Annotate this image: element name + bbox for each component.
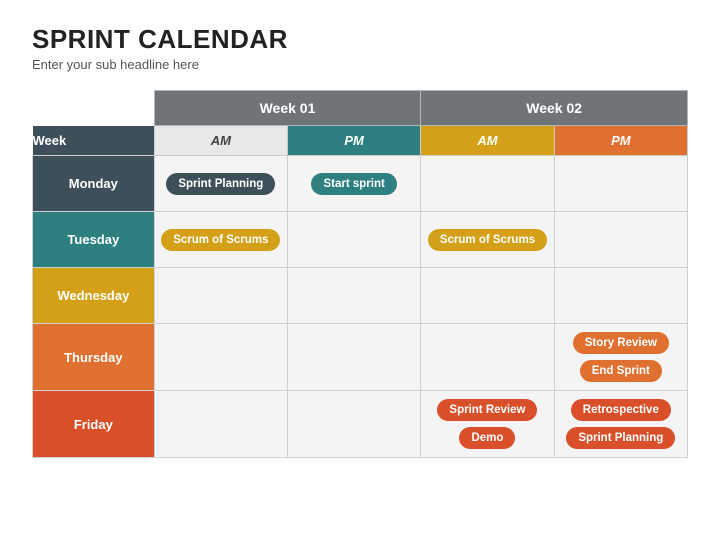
tuesday-pm2 [554, 212, 687, 268]
wednesday-am2 [421, 268, 554, 324]
am2-header: AM [421, 126, 554, 156]
row-tuesday: Tuesday Scrum of Scrums Scrum of Scrums [33, 212, 688, 268]
thursday-label: Thursday [33, 324, 155, 391]
row-thursday: Thursday Story Review End Sprint [33, 324, 688, 391]
tuesday-pm1 [287, 212, 420, 268]
page-subtitle: Enter your sub headline here [32, 57, 688, 72]
thursday-am1 [154, 324, 287, 391]
friday-label: Friday [33, 391, 155, 458]
row-friday: Friday Sprint Review Demo Retrospective … [33, 391, 688, 458]
monday-am2 [421, 156, 554, 212]
end-sprint-pill: End Sprint [580, 360, 662, 382]
wednesday-am1 [154, 268, 287, 324]
sprint-review-pill: Sprint Review [437, 399, 537, 421]
tuesday-am2: Scrum of Scrums [421, 212, 554, 268]
monday-pm1: Start sprint [287, 156, 420, 212]
wednesday-pm2 [554, 268, 687, 324]
sprint-planning-pill: Sprint Planning [166, 173, 275, 195]
wednesday-label: Wednesday [33, 268, 155, 324]
week-col-label: Week [33, 126, 155, 156]
friday-pm2: Retrospective Sprint Planning [554, 391, 687, 458]
story-review-pill: Story Review [573, 332, 669, 354]
tuesday-label: Tuesday [33, 212, 155, 268]
demo-pill: Demo [459, 427, 515, 449]
monday-pm2 [554, 156, 687, 212]
row-wednesday: Wednesday [33, 268, 688, 324]
pm2-header: PM [554, 126, 687, 156]
week02-header: Week 02 [421, 91, 688, 126]
scrum-of-scrums-pill-1: Scrum of Scrums [161, 229, 280, 251]
am1-header: AM [154, 126, 287, 156]
row-monday: Monday Sprint Planning Start sprint [33, 156, 688, 212]
thursday-pm1 [287, 324, 420, 391]
page-title: SPRINT CALENDAR [32, 24, 688, 55]
friday-am2: Sprint Review Demo [421, 391, 554, 458]
start-sprint-pill: Start sprint [311, 173, 396, 195]
thursday-am2 [421, 324, 554, 391]
wednesday-pm1 [287, 268, 420, 324]
retrospective-pill: Retrospective [571, 399, 671, 421]
scrum-of-scrums-pill-2: Scrum of Scrums [428, 229, 547, 251]
tuesday-am1: Scrum of Scrums [154, 212, 287, 268]
friday-pm1 [287, 391, 420, 458]
friday-am1 [154, 391, 287, 458]
pm1-header: PM [287, 126, 420, 156]
monday-am1: Sprint Planning [154, 156, 287, 212]
week01-header: Week 01 [154, 91, 421, 126]
sprint-planning-2-pill: Sprint Planning [566, 427, 675, 449]
monday-label: Monday [33, 156, 155, 212]
thursday-pm2: Story Review End Sprint [554, 324, 687, 391]
